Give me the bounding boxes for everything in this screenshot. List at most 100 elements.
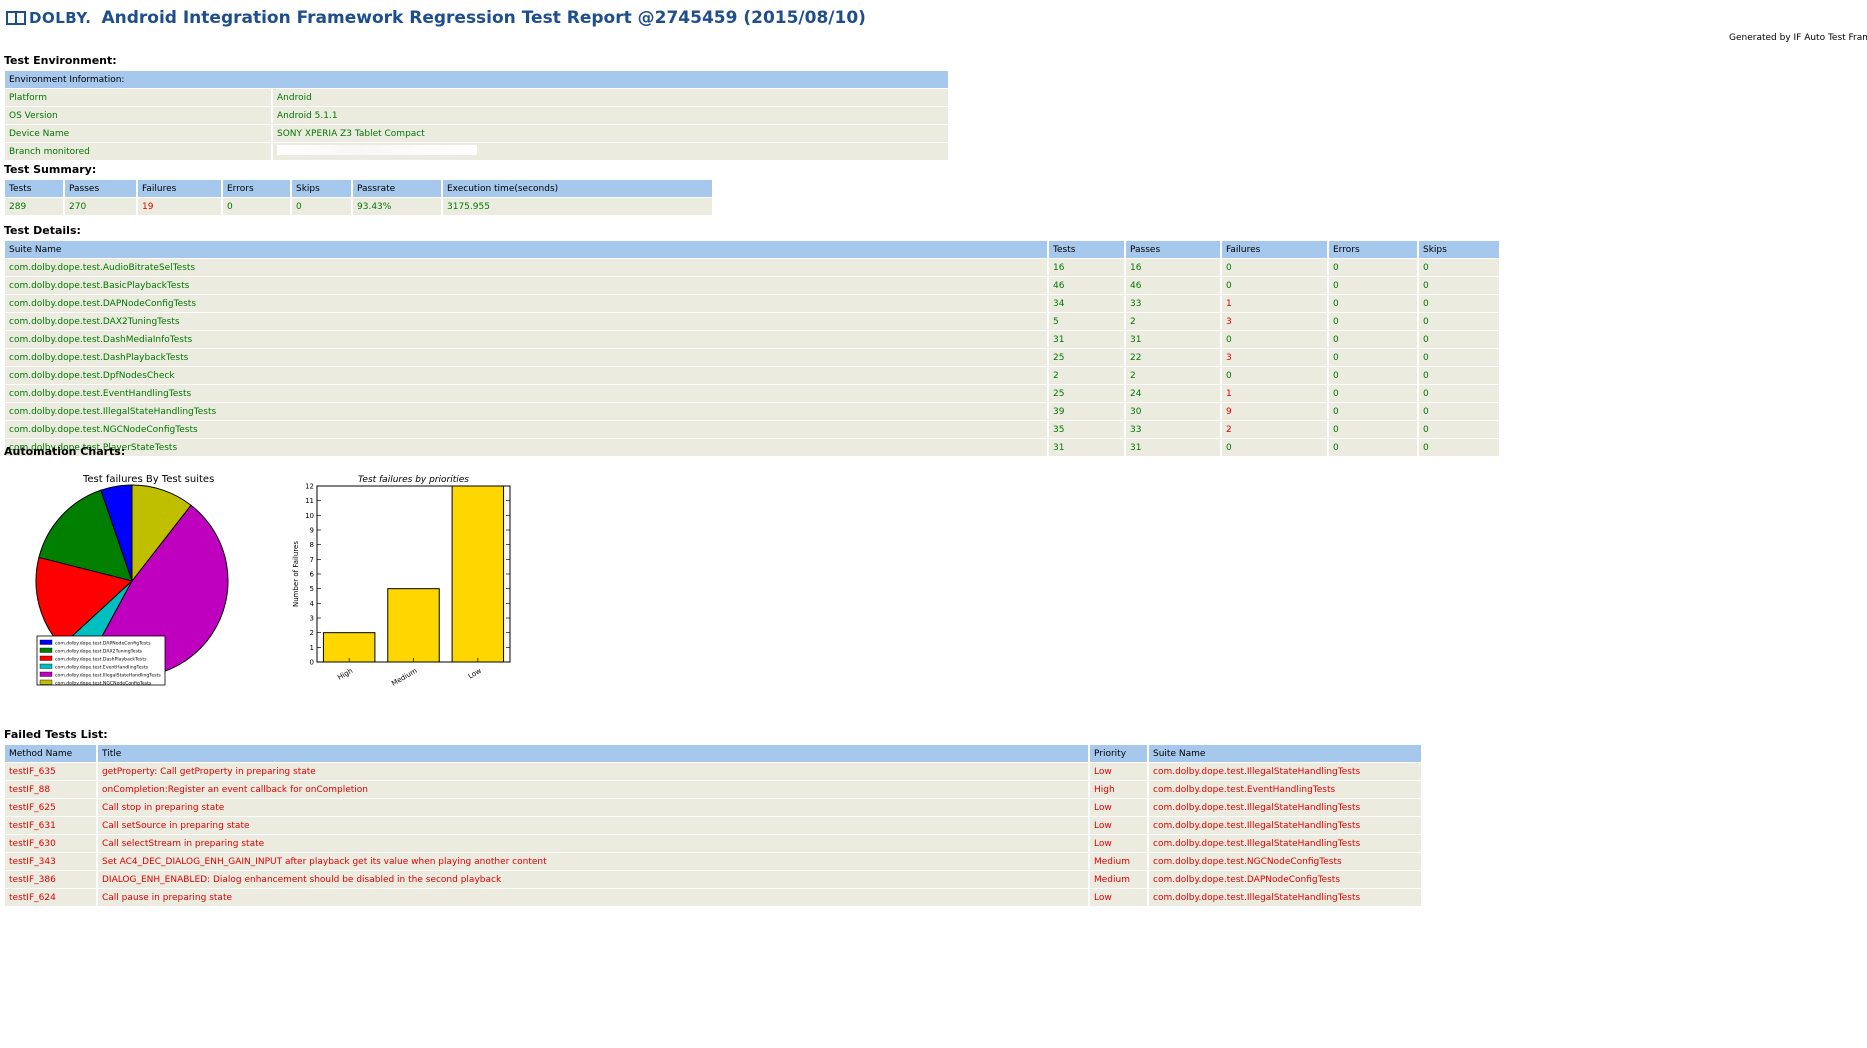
table-row: com.dolby.dope.test.IllegalStateHandling… [5, 403, 1499, 420]
table-row: testIF_386 DIALOG_ENH_ENABLED: Dialog enh… [5, 871, 1421, 888]
test-title: DIALOG_ENH_ENABLED: Dialog enhancement s… [98, 871, 1088, 888]
y-axis-label: Number of Failures [292, 541, 300, 607]
failed-header: Priority [1090, 745, 1147, 762]
legend-label: com.dolby.dope.test.DashPlaybackTests [55, 657, 147, 663]
method-name: testIF_386 [5, 871, 96, 888]
suite-failures: 0 [1222, 367, 1327, 384]
suite-tests: 31 [1049, 331, 1124, 348]
suite-errors: 0 [1329, 349, 1417, 366]
table-row: com.dolby.dope.test.EventHandlingTests 25… [5, 385, 1499, 402]
table-row: testIF_635 getProperty: Call getProperty … [5, 763, 1421, 780]
test-title: Call selectStream in preparing state [98, 835, 1088, 852]
suite-failures: 2 [1222, 421, 1327, 438]
legend-label: com.dolby.dope.test.NGCNodeConfigTests [55, 681, 152, 687]
summary-section-title: Test Summary: [4, 163, 97, 176]
test-title: Set AC4_DEC_DIALOG_ENH_GAIN_INPUT after … [98, 853, 1088, 870]
y-tick-label: 1 [310, 644, 314, 652]
suite-tests: 25 [1049, 385, 1124, 402]
bar [322, 632, 376, 663]
suite-name: com.dolby.dope.test.DAPNodeConfigTests [1149, 871, 1421, 888]
suite-failures: 3 [1222, 349, 1327, 366]
y-tick-label: 9 [310, 527, 314, 535]
suite-errors: 0 [1329, 331, 1417, 348]
env-label: Platform [5, 89, 271, 106]
suite-skips: 0 [1419, 421, 1499, 438]
summary-exec-time: 3175.955 [443, 198, 712, 215]
details-section-title: Test Details: [4, 224, 81, 237]
summary-passrate: 93.43% [353, 198, 441, 215]
suite-name: com.dolby.dope.test.IllegalStateHandling… [5, 403, 1047, 420]
suite-name: com.dolby.dope.test.EventHandlingTests [5, 385, 1047, 402]
table-row: testIF_88 onCompletion:Register an event … [5, 781, 1421, 798]
env-label: Branch monitored [5, 143, 271, 160]
suite-failures: 0 [1222, 439, 1327, 456]
method-name: testIF_635 [5, 763, 96, 780]
y-tick-label: 8 [310, 541, 314, 549]
suite-skips: 0 [1419, 277, 1499, 294]
env-value: Android [273, 89, 948, 106]
summary-failures: 19 [138, 198, 221, 215]
suite-failures: 9 [1222, 403, 1327, 420]
table-row: com.dolby.dope.test.DAX2TuningTests 5 2 3 0 0 [5, 313, 1499, 330]
summary-passes: 270 [65, 198, 136, 215]
suite-skips: 0 [1419, 313, 1499, 330]
suite-name: com.dolby.dope.test.DAPNodeConfigTests [5, 295, 1047, 312]
legend-swatch [39, 639, 53, 645]
details-table: Suite Name Tests Passes Failures Errors … [3, 240, 1501, 457]
priority: Medium [1090, 871, 1147, 888]
suite-tests: 5 [1049, 313, 1124, 330]
y-tick-label: 12 [305, 483, 314, 491]
failed-header: Suite Name [1149, 745, 1421, 762]
suite-passes: 30 [1126, 403, 1220, 420]
legend-swatch [39, 671, 53, 677]
env-value-redacted [273, 143, 948, 160]
summary-header: Skips [292, 180, 351, 197]
legend-swatch [39, 647, 53, 653]
suite-tests: 39 [1049, 403, 1124, 420]
table-row: Branch monitored [5, 143, 948, 160]
legend-label: com.dolby.dope.test.DAX2TuningTests [55, 649, 143, 655]
y-tick-label: 6 [310, 571, 315, 579]
environment-table: Environment Information: Platform Androi… [3, 70, 950, 161]
pie-chart: com.dolby.dope.test.DAPNodeConfigTests co… [35, 484, 229, 687]
table-row: 289 270 19 0 0 93.43% 3175.955 [5, 198, 712, 215]
suite-errors: 0 [1329, 313, 1417, 330]
priority: High [1090, 781, 1147, 798]
suite-failures: 1 [1222, 385, 1327, 402]
suite-errors: 0 [1329, 367, 1417, 384]
failed-header: Title [98, 745, 1088, 762]
priority: Low [1090, 799, 1147, 816]
test-title: getProperty: Call getProperty in prepari… [98, 763, 1088, 780]
suite-passes: 31 [1126, 439, 1220, 456]
suite-name: com.dolby.dope.test.DAX2TuningTests [5, 313, 1047, 330]
suite-failures: 0 [1222, 277, 1327, 294]
summary-errors: 0 [223, 198, 290, 215]
x-tick-label: Low [467, 667, 483, 681]
details-header: Failures [1222, 241, 1327, 258]
table-row: com.dolby.dope.test.AudioBitrateSelTests… [5, 259, 1499, 276]
failed-section-title: Failed Tests List: [4, 728, 108, 741]
details-header: Skips [1419, 241, 1499, 258]
suite-errors: 0 [1329, 385, 1417, 402]
suite-skips: 0 [1419, 349, 1499, 366]
report-header: DOLBY. Android Integration Framework Reg… [6, 4, 866, 32]
y-tick-label: 5 [310, 585, 314, 593]
suite-failures: 0 [1222, 259, 1327, 276]
table-row: Device Name SONY XPERIA Z3 Tablet Compac… [5, 125, 948, 142]
table-row: Platform Android [5, 89, 948, 106]
details-header: Suite Name [5, 241, 1047, 258]
table-row: com.dolby.dope.test.BasicPlaybackTests 46… [5, 277, 1499, 294]
suite-skips: 0 [1419, 259, 1499, 276]
y-tick-label: 7 [310, 556, 314, 564]
legend-label: com.dolby.dope.test.EventHandlingTests [55, 665, 149, 671]
env-value: Android 5.1.1 [273, 107, 948, 124]
suite-name: com.dolby.dope.test.EventHandlingTests [1149, 781, 1421, 798]
suite-errors: 0 [1329, 295, 1417, 312]
suite-name: com.dolby.dope.test.PlayerStateTests [5, 439, 1047, 456]
table-row: com.dolby.dope.test.DpfNodesCheck 2 2 0 0 0 [5, 367, 1499, 384]
method-name: testIF_624 [5, 889, 96, 906]
generated-by-text: Generated by IF Auto Test Framework [1729, 33, 1867, 43]
env-label: OS Version [5, 107, 271, 124]
suite-name: com.dolby.dope.test.IllegalStateHandling… [1149, 889, 1421, 906]
table-row: testIF_631 Call setSource in preparing st… [5, 817, 1421, 834]
